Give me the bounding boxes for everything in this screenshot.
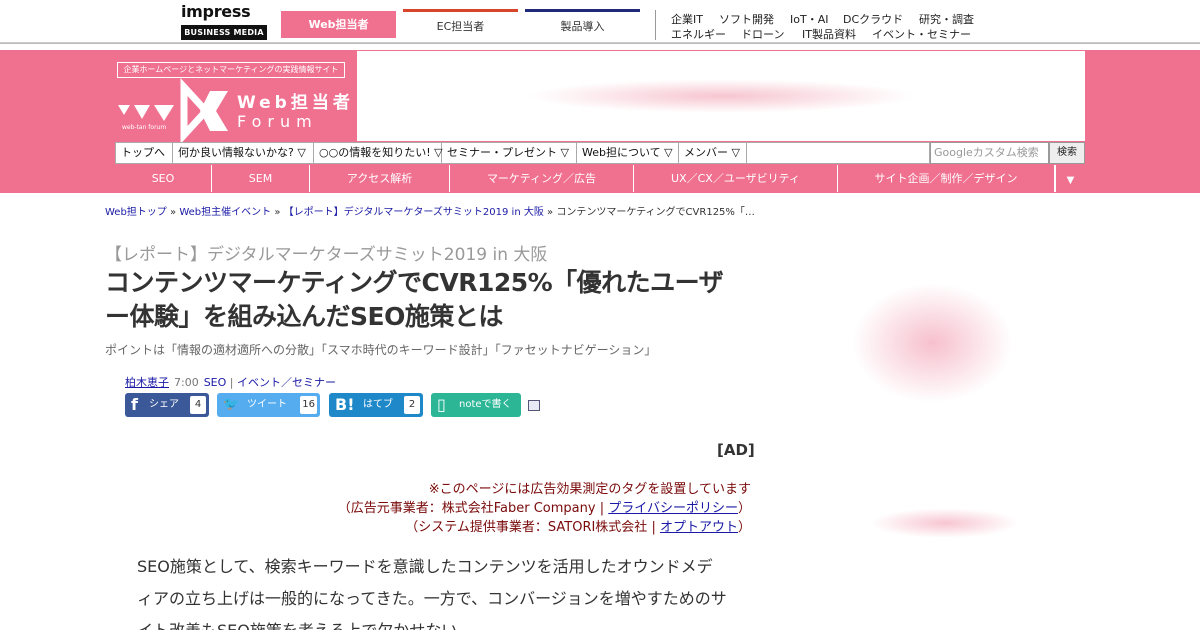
disclosure-close: ）: [737, 501, 751, 516]
topbar-divider: [0, 42, 1200, 43]
cat-analytics[interactable]: アクセス解析: [310, 165, 450, 192]
search-input[interactable]: Googleカスタム検索: [930, 142, 1049, 164]
toplink-research[interactable]: 研究・調査: [919, 11, 974, 27]
disclosure-close: ）: [737, 520, 751, 535]
nav-top[interactable]: トップへ: [116, 143, 173, 163]
dropdown-nav: トップへ 何か良い情報ないかな? ▽ ○○の情報を知りたい! ▽ セミナー・プレ…: [115, 142, 930, 164]
breadcrumb-current: コンテンツマーケティングでCVR125%「…: [556, 207, 755, 218]
article-kicker[interactable]: 【レポート】デジタルマーケターズサミット2019 in 大阪: [105, 240, 547, 265]
hatena-bookmark-count: 2: [404, 396, 420, 414]
hatena-bookmark-button[interactable]: B! はてブ 2: [329, 393, 423, 417]
nav-about[interactable]: Web担について ▽: [577, 143, 679, 163]
site-tab-ec[interactable]: EC担当者: [403, 9, 518, 38]
impress-logo[interactable]: impress: [181, 3, 267, 21]
twitter-share-label: ツイート: [247, 399, 287, 410]
search-button[interactable]: 検索: [1049, 142, 1085, 164]
publish-time: 7:00: [174, 376, 199, 389]
privacy-policy-link[interactable]: プライバシーポリシー: [608, 501, 738, 516]
site-small-label: web-tan forum: [122, 124, 167, 131]
article-title: コンテンツマーケティングでCVR125%「優れたユーザー体験」を組み込んだSEO…: [105, 268, 724, 331]
toplink-drone[interactable]: ドローン: [741, 26, 784, 42]
toplink-iot-ai[interactable]: IoT・AI: [790, 11, 828, 27]
facebook-share-count: 4: [190, 396, 206, 414]
breadcrumb-report[interactable]: 【レポート】デジタルマーケターズサミット2019 in 大阪: [284, 207, 544, 218]
toplink-enterprise-it[interactable]: 企業IT: [671, 11, 703, 27]
cat-marketing[interactable]: マーケティング／広告: [450, 165, 634, 192]
facebook-share-label: シェア: [149, 399, 179, 410]
hatena-icon: B!: [335, 395, 355, 414]
breadcrumb: Web担トップ » Web担主催イベント » 【レポート】デジタルマーケターズサ…: [105, 203, 755, 218]
cat-site-design[interactable]: サイト企画／制作／デザイン: [838, 165, 1055, 192]
topbar-separator: [655, 10, 656, 40]
nav-want-info[interactable]: ○○の情報を知りたい! ▽: [314, 143, 443, 163]
breadcrumb-separator: »: [547, 207, 554, 218]
hatena-bookmark-label: はてブ: [363, 399, 393, 410]
category-link-events[interactable]: イベント／セミナー: [237, 376, 336, 389]
sidebar-ad[interactable]: [870, 508, 1020, 538]
breadcrumb-separator: »: [170, 207, 177, 218]
business-media-logo[interactable]: BUSINESS MEDIA: [181, 25, 267, 40]
site-tagline: 企業ホームページとネットマーケティングの実践情報サイト: [117, 62, 345, 78]
facebook-share-button[interactable]: f シェア 4: [125, 393, 209, 417]
opt-out-link[interactable]: オプトアウト: [660, 520, 738, 535]
cat-ux[interactable]: UX／CX／ユーザビリティ: [634, 165, 838, 192]
disclosure-system-provider: （システム提供事業者：SATORI株式会社 |: [405, 520, 656, 535]
nav-members[interactable]: メンバー ▽: [679, 143, 747, 163]
author-link[interactable]: 柏木恵子: [125, 376, 169, 389]
cat-seo[interactable]: SEO: [115, 165, 212, 192]
note-icon: ▯: [437, 395, 446, 414]
twitter-icon: 🐦: [223, 397, 240, 412]
breadcrumb-events[interactable]: Web担主催イベント: [179, 207, 271, 218]
disclosure-line-2: （広告元事業者：株式会社Faber Company | プライバシーポリシー）: [338, 497, 751, 516]
print-icon[interactable]: [528, 400, 540, 411]
toplink-dc-cloud[interactable]: DCクラウド: [843, 11, 903, 27]
header-ad-banner[interactable]: [357, 51, 1085, 141]
category-nav: SEO SEM アクセス解析 マーケティング／広告 UX／CX／ユーザビリティ …: [115, 165, 1085, 192]
disclosure-line-1: ※このページには広告効果測定のタグを設置しています: [428, 482, 751, 497]
sidebar-ad[interactable]: [845, 278, 1020, 408]
toplink-energy[interactable]: エネルギー: [671, 26, 726, 42]
site-tab-web[interactable]: Web担当者: [281, 11, 396, 38]
site-tab-products[interactable]: 製品導入: [525, 9, 640, 38]
toplink-events[interactable]: イベント・セミナー: [872, 26, 971, 42]
category-separator: |: [229, 376, 234, 389]
article-subtitle: ポイントは「情報の適材適所への分散」「スマホ時代のキーワード設計」「ファセットナ…: [105, 343, 657, 357]
ad-label: [AD]: [717, 441, 755, 459]
article-body-paragraph: SEO施策として、検索キーワードを意識したコンテンツを活用したオウンドメディアの…: [137, 557, 727, 630]
site-forum-label: Forum: [237, 112, 318, 131]
twitter-share-button[interactable]: 🐦 ツイート 16: [217, 393, 320, 417]
nav-good-info[interactable]: 何か良い情報ないかな? ▽: [173, 143, 314, 163]
twitter-share-count: 16: [300, 396, 317, 414]
toplink-software[interactable]: ソフト開発: [719, 11, 774, 27]
breadcrumb-home[interactable]: Web担トップ: [105, 207, 167, 218]
toplink-it-materials[interactable]: IT製品資料: [802, 26, 856, 42]
breadcrumb-separator: »: [274, 207, 281, 218]
disclosure-line-3: （システム提供事業者：SATORI株式会社 | オプトアウト）: [405, 516, 751, 535]
facebook-icon: f: [131, 395, 138, 414]
note-share-button[interactable]: ▯ noteで書く: [431, 393, 521, 417]
nav-seminar-present[interactable]: セミナー・プレゼント ▽: [442, 143, 577, 163]
site-name: Web担当者: [237, 93, 354, 113]
category-link-seo[interactable]: SEO: [204, 376, 227, 389]
cat-sem[interactable]: SEM: [212, 165, 310, 192]
ad-creative: [527, 79, 917, 113]
note-share-label: noteで書く: [459, 399, 512, 410]
article-meta: 柏木恵子 7:00 SEO | イベント／セミナー: [125, 374, 336, 390]
disclosure-advertiser: （広告元事業者：株式会社Faber Company |: [337, 501, 605, 516]
chevron-down-icon[interactable]: ▼: [1055, 165, 1085, 192]
